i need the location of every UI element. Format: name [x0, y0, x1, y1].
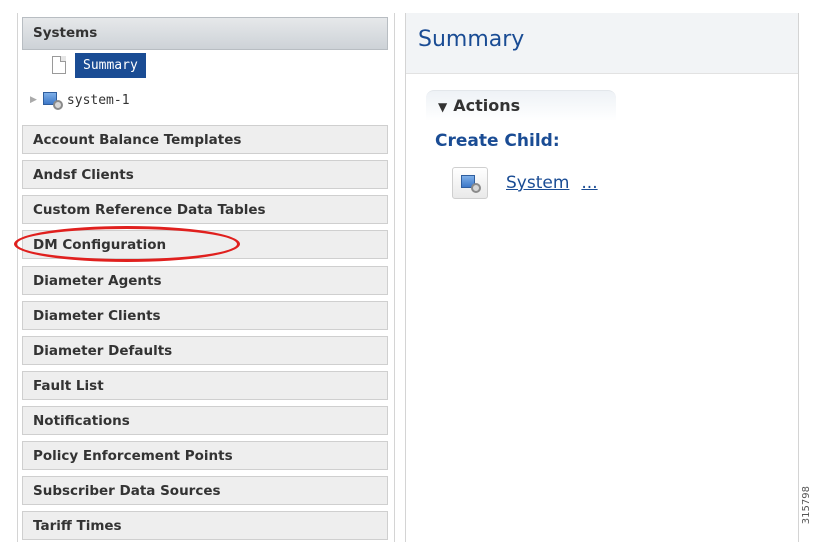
nav-custom-reference-data-tables[interactable]: Custom Reference Data Tables: [22, 195, 388, 224]
nav-notifications[interactable]: Notifications: [22, 406, 388, 435]
collapse-triangle-icon: ▼: [438, 100, 448, 114]
nav-fault-list[interactable]: Fault List: [22, 371, 388, 400]
nav-account-balance-templates[interactable]: Account Balance Templates: [22, 125, 388, 154]
expand-arrow-icon[interactable]: ▶: [30, 95, 37, 105]
summary-header-bar: Summary: [406, 13, 798, 74]
nav-diameter-agents[interactable]: Diameter Agents: [22, 266, 388, 295]
create-system-icon-button[interactable]: [452, 167, 488, 199]
figure-id: 315798: [801, 486, 812, 525]
system-icon: [42, 92, 63, 110]
document-icon: [52, 56, 66, 74]
system-icon: [461, 175, 481, 193]
create-system-more-link[interactable]: ...: [581, 173, 597, 193]
summary-panel: Summary ▼ Actions Create Child: System ..…: [405, 13, 799, 542]
tree-item-system-1[interactable]: ▶ system-1: [30, 88, 130, 112]
nav-subscriber-data-sources[interactable]: Subscriber Data Sources: [22, 476, 388, 505]
page-title: Summary: [418, 27, 525, 52]
actions-section-toggle[interactable]: ▼ Actions: [426, 90, 616, 121]
nav-dm-configuration[interactable]: DM Configuration: [22, 230, 388, 259]
nav-andsf-clients[interactable]: Andsf Clients: [22, 160, 388, 189]
navigation-panel: Systems Summary ▶ system-1 Account Balan…: [17, 13, 395, 542]
actions-label[interactable]: ▼ Actions: [438, 96, 520, 115]
create-system-action[interactable]: System ...: [452, 167, 598, 199]
tree-item-summary-label[interactable]: Summary: [75, 52, 146, 78]
actions-label-text: Actions: [453, 96, 521, 115]
create-child-label: Create Child:: [435, 131, 560, 151]
create-system-link[interactable]: System: [506, 173, 569, 193]
nav-tariff-times[interactable]: Tariff Times: [22, 511, 388, 540]
tree-item-system-1-label[interactable]: system-1: [67, 93, 130, 108]
nav-diameter-defaults[interactable]: Diameter Defaults: [22, 336, 388, 365]
nav-diameter-clients[interactable]: Diameter Clients: [22, 301, 388, 330]
tree-item-summary[interactable]: Summary: [52, 52, 146, 78]
systems-header[interactable]: Systems: [22, 17, 388, 50]
nav-policy-enforcement-points[interactable]: Policy Enforcement Points: [22, 441, 388, 470]
